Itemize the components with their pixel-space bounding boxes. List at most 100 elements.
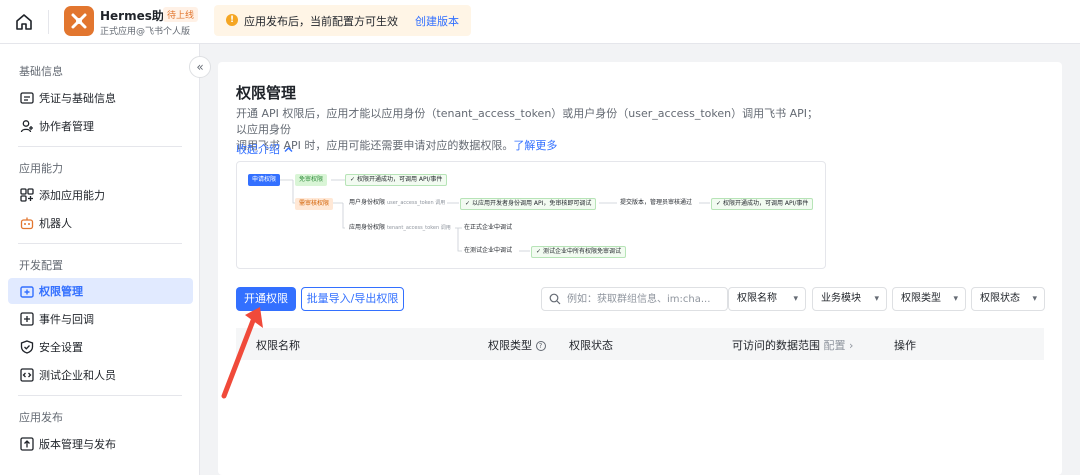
- column-header-type-label: 权限类型: [488, 339, 532, 352]
- sidebar-item-events[interactable]: 事件与回调: [8, 306, 193, 332]
- sidebar-item-label: 版本管理与发布: [39, 438, 116, 451]
- app-subtitle: 正式应用@飞书个人版: [100, 27, 191, 37]
- flow-user-identity: 用户身份权限 user_access_token 调用: [349, 198, 445, 208]
- flow-dev-debug: ✓ 以应用开发者身份调用 API，免审核即可调试: [460, 198, 597, 210]
- search-input[interactable]: [567, 291, 727, 307]
- flow-step-apply: 申请权限: [248, 174, 281, 186]
- sidebar-item-label: 协作者管理: [39, 120, 94, 133]
- app-status-badge: 待上线: [163, 7, 199, 22]
- section-title: 基础信息: [19, 65, 63, 78]
- learn-more-link[interactable]: 了解更多: [513, 139, 557, 152]
- sidebar-item-label: 安全设置: [39, 341, 83, 354]
- main-panel: 权限管理 开通 API 权限后，应用才能以应用身份（tenant_access_…: [218, 62, 1062, 475]
- collapse-intro-toggle[interactable]: 收起介绍: [236, 141, 293, 157]
- page-title: 权限管理: [236, 84, 297, 102]
- upload-icon: [20, 437, 34, 451]
- scope-config-link[interactable]: 配置 ›: [824, 339, 854, 352]
- section-title: 应用能力: [19, 162, 63, 175]
- grid-plus-icon: [20, 188, 34, 202]
- flow-submit: 提交版本，管理员审核通过: [620, 199, 693, 206]
- divider: [18, 146, 182, 147]
- sidebar-item-label: 添加应用能力: [39, 189, 105, 202]
- publish-notice: ! 应用发布后，当前配置方可生效 创建版本: [214, 5, 471, 36]
- flow-test-debug: 在测试企业中调试: [464, 247, 513, 254]
- flow-app-identity-label: 应用身份权限: [349, 224, 386, 231]
- page-description: 开通 API 权限后，应用才能以应用身份（tenant_access_token…: [236, 106, 826, 154]
- column-header-type: 权限类型 ?: [488, 337, 546, 353]
- filter-business-module[interactable]: 业务模块 ▾: [812, 287, 887, 311]
- sidebar-item-add-capability[interactable]: 添加应用能力: [8, 182, 193, 208]
- flow-prod-debug: 在正式企业中调试: [464, 224, 513, 231]
- sidebar-item-label: 权限管理: [39, 285, 83, 298]
- flow-user-identity-label: 用户身份权限: [349, 199, 386, 206]
- desc-line-1: 开通 API 权限后，应用才能以应用身份（tenant_access_token…: [236, 107, 819, 136]
- search-box: [541, 287, 728, 311]
- divider: [48, 10, 49, 34]
- filter-permission-type[interactable]: 权限类型 ▾: [892, 287, 966, 311]
- sidebar-item-test-companies[interactable]: 测试企业和人员: [8, 362, 193, 388]
- column-header-status: 权限状态: [569, 339, 613, 352]
- sidebar-item-security[interactable]: 安全设置: [8, 334, 193, 360]
- warning-icon: !: [226, 14, 238, 26]
- sidebar: 基础信息 凭证与基础信息 协作者管理 应用能力 添加应用能力 机器人 开发配置 …: [0, 44, 200, 475]
- table-header: 权限名称 权限类型 ? 权限状态 可访问的数据范围 配置 › 操作: [236, 328, 1044, 360]
- sidebar-item-collaborators[interactable]: 协作者管理: [8, 113, 193, 139]
- top-bar: Hermes助手 待上线 正式应用@飞书个人版 ! 应用发布后，当前配置方可生效…: [0, 0, 1080, 44]
- filter-permission-name[interactable]: 权限名称 ▾: [728, 287, 806, 311]
- permission-flow-diagram: 申请权限 免审权限 ✓ 权限开通成功，可调用 API/事件 需审核权限 用户身份…: [236, 161, 826, 269]
- chevron-down-icon: ▾: [1032, 294, 1037, 304]
- sidebar-item-versions[interactable]: 版本管理与发布: [8, 431, 193, 457]
- flow-free-result-text: 权限开通成功，可调用 API/事件: [356, 176, 443, 183]
- app-logo-icon: [64, 6, 94, 36]
- filter-label: 权限状态: [980, 293, 1020, 304]
- flow-app-identity-token: tenant_access_token 调用: [386, 225, 451, 231]
- create-version-link[interactable]: 创建版本: [415, 13, 459, 29]
- collapse-intro-label: 收起介绍: [236, 143, 280, 156]
- sidebar-item-label: 凭证与基础信息: [39, 92, 116, 105]
- chevron-up-icon: [284, 143, 293, 156]
- shield-icon: [20, 340, 34, 354]
- filter-label: 权限类型: [901, 293, 941, 304]
- event-icon: [20, 312, 34, 326]
- id-card-icon: [20, 91, 34, 105]
- flow-app-identity: 应用身份权限 tenant_access_token 调用: [349, 223, 451, 233]
- batch-import-export-button[interactable]: 批量导入/导出权限: [301, 287, 404, 311]
- column-header-action: 操作: [894, 339, 916, 352]
- robot-icon: [20, 216, 34, 230]
- section-title: 开发配置: [19, 259, 63, 272]
- column-header-scope-label: 可访问的数据范围: [732, 339, 820, 352]
- notice-text: 应用发布后，当前配置方可生效: [244, 15, 398, 28]
- flow-final-result: ✓ 权限开通成功，可调用 API/事件: [711, 198, 814, 210]
- filter-permission-status[interactable]: 权限状态 ▾: [971, 287, 1045, 311]
- code-icon: [20, 368, 34, 382]
- divider: [18, 243, 182, 244]
- collapse-sidebar-button[interactable]: «: [189, 56, 211, 78]
- section-title: 应用发布: [19, 411, 63, 424]
- divider: [18, 395, 182, 396]
- flow-step-free-review: 免审权限: [295, 174, 328, 186]
- flow-test-result-text: 测试企业中所有权限免审调试: [542, 248, 621, 255]
- flow-free-result: ✓ 权限开通成功，可调用 API/事件: [345, 174, 448, 186]
- flow-test-result: ✓ 测试企业中所有权限免审调试: [531, 246, 626, 258]
- home-icon[interactable]: [14, 12, 34, 32]
- sidebar-item-bot[interactable]: 机器人: [8, 210, 193, 236]
- help-icon[interactable]: ?: [535, 341, 546, 351]
- permission-icon: [20, 284, 34, 298]
- flow-final-result-text: 权限开通成功，可调用 API/事件: [722, 200, 809, 207]
- filter-label: 业务模块: [821, 293, 861, 304]
- user-icon: [20, 119, 34, 133]
- flow-dev-debug-text: 以应用开发者身份调用 API，免审核即可调试: [471, 200, 592, 207]
- sidebar-item-label: 测试企业和人员: [39, 369, 116, 382]
- sidebar-item-label: 机器人: [39, 217, 72, 230]
- scope-config-label: 配置: [823, 339, 846, 352]
- column-header-scope: 可访问的数据范围 配置 ›: [732, 337, 853, 353]
- sidebar-item-credentials[interactable]: 凭证与基础信息: [8, 85, 193, 111]
- chevron-down-icon: ▾: [793, 294, 798, 304]
- filter-label: 权限名称: [737, 293, 777, 304]
- chevron-down-icon: ▾: [874, 294, 879, 304]
- sidebar-item-permissions[interactable]: 权限管理: [8, 278, 193, 304]
- search-icon: [549, 293, 561, 305]
- flow-user-identity-token: user_access_token 调用: [386, 200, 446, 206]
- annotation-arrow-icon: [221, 307, 263, 399]
- chevron-down-icon: ▾: [953, 294, 958, 304]
